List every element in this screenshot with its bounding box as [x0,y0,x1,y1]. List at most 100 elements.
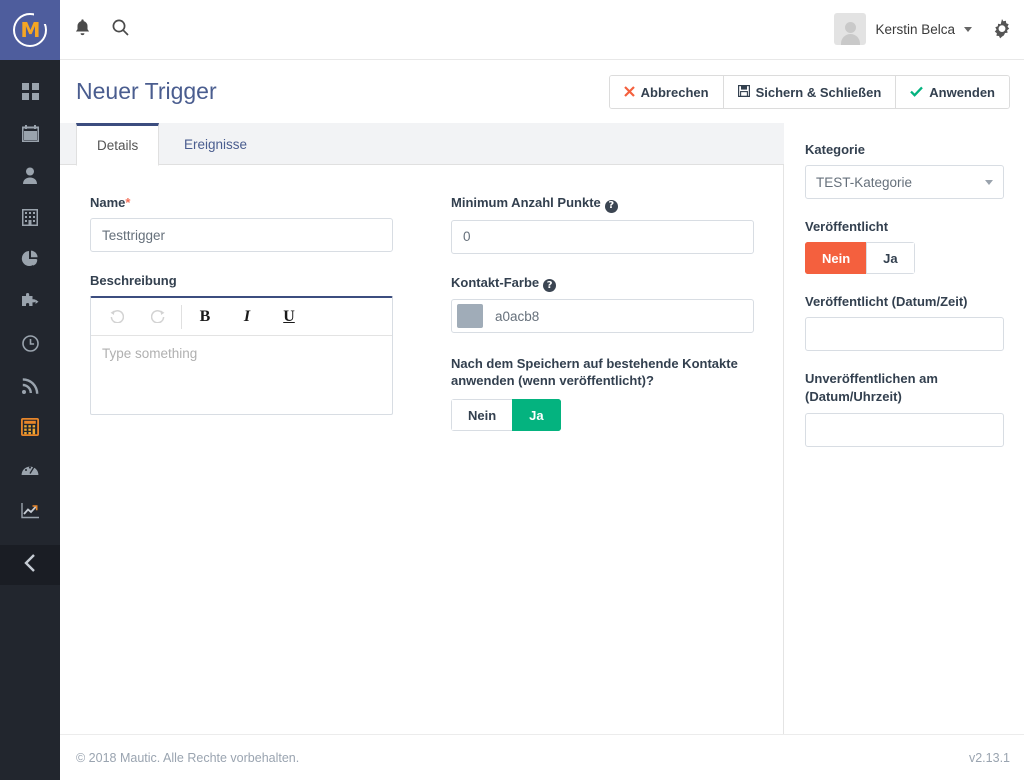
bold-icon[interactable]: B [184,299,226,335]
color-swatch[interactable] [457,304,483,328]
apply-existing-no-button[interactable]: Nein [451,399,513,431]
editor-toolbar: B I U [91,298,392,336]
person-icon [22,167,38,184]
tab-details[interactable]: Details [76,123,160,166]
side-panel: Kategorie TEST-Kategorie Veröffentlicht … [785,123,1024,734]
action-toolbar: Abbrechen Sichern & Schließen Anwenden [608,75,1010,109]
top-bar: Kerstin Belca [60,0,1024,60]
user-menu[interactable]: Kerstin Belca [834,13,972,45]
min-points-field-group: Minimum Anzahl Punkte? 0 [451,194,754,254]
sidebar-item-analytics[interactable] [0,490,60,532]
description-editor: B I U Type something [90,296,393,415]
clock-icon [21,334,39,352]
min-points-label-text: Minimum Anzahl Punkte [451,195,601,210]
tab-ereignisse-label: Ereignisse [184,136,248,152]
sidebar-item-points[interactable] [0,406,60,448]
name-label-text: Name [90,195,126,210]
settings-button[interactable] [992,19,1012,44]
apply-existing-yes-button[interactable]: Ja [512,399,561,431]
help-icon[interactable]: ? [604,199,618,213]
form-pane: Details Ereignisse Name* Testtrigger Bes… [60,123,784,734]
published-yes-button[interactable]: Ja [866,242,915,274]
sidebar-collapse-button[interactable] [0,545,60,585]
min-points-input[interactable]: 0 [451,219,754,254]
sidebar-item-calendar[interactable] [0,112,60,154]
tab-ereignisse[interactable]: Ereignisse [164,123,267,165]
publish-at-input[interactable] [805,317,1004,351]
apply-existing-field-group: Nach dem Speichern auf bestehende Kontak… [451,355,754,431]
undo-icon[interactable] [95,299,137,335]
apply-button[interactable]: Anwenden [896,76,1009,108]
chevron-down-icon [985,179,993,185]
min-points-input-value: 0 [463,229,471,244]
gear-icon [992,19,1012,43]
calculator-icon [21,418,39,436]
description-textarea[interactable]: Type something [91,336,392,414]
notifications-button[interactable] [70,18,94,42]
user-name: Kerstin Belca [875,21,955,37]
grid-icon [21,82,39,100]
published-no-button[interactable]: Nein [805,242,867,274]
sidebar-item-stages[interactable] [0,322,60,364]
search-button[interactable] [108,18,132,42]
sidebar-item-contacts[interactable] [0,154,60,196]
description-label: Beschreibung [90,273,177,288]
description-field-group: Beschreibung B I U Type something [90,272,393,415]
redo-icon[interactable] [137,299,179,335]
sidebar-item-companies[interactable] [0,196,60,238]
gauge-icon [21,462,39,476]
apply-existing-toggle: Nein Ja [451,399,561,431]
cancel-button[interactable]: Abbrechen [609,76,724,108]
unpublish-at-label: Unveröffentlichen am (Datum/Uhrzeit) [805,371,938,404]
save-icon [737,84,750,100]
published-toggle: Nein Ja [805,242,915,274]
italic-icon[interactable]: I [226,299,268,335]
description-placeholder: Type something [102,346,198,361]
page-header: Neuer Trigger Abbrechen Sichern & Schlie… [60,61,1024,123]
apply-button-label: Anwenden [929,84,995,100]
x-icon [623,85,635,100]
name-label: Name* [90,194,393,211]
help-icon[interactable]: ? [543,279,557,292]
logo-letter: M [20,18,41,42]
pie-chart-icon [21,250,39,268]
sidebar-item-dashboard[interactable] [0,70,60,112]
published-field-group: Veröffentlicht Nein Ja [805,218,1004,274]
tab-details-label: Details [97,138,139,153]
sidebar-item-reports[interactable] [0,238,60,280]
published-label: Veröffentlicht [805,219,889,234]
page-title: Neuer Trigger [76,78,217,104]
bell-icon [75,19,90,41]
contact-color-label-text: Kontakt-Farbe [451,274,540,290]
logo-circle-icon: M [13,13,47,47]
copyright-text: © 2018 Mautic. Alle Rechte vorbehalten. [76,751,300,765]
category-select[interactable]: TEST-Kategorie [805,165,1004,199]
category-field-group: Kategorie TEST-Kategorie [805,141,1004,199]
chevron-down-icon [964,26,972,32]
save-and-close-button[interactable]: Sichern & Schließen [723,76,897,108]
sidebar-item-campaigns[interactable] [0,364,60,406]
calendar-icon [21,124,39,142]
unpublish-at-input[interactable] [805,413,1004,447]
check-icon [910,85,924,100]
sidebar-item-plugins[interactable] [0,280,60,322]
publish-at-label: Veröffentlicht (Datum/Zeit) [805,294,968,309]
category-select-value: TEST-Kategorie [816,174,913,190]
left-sidebar: M [0,0,60,780]
mautic-logo[interactable]: M [0,0,60,60]
version-text: v2.13.1 [968,751,1010,765]
sidebar-item-dynamic-content[interactable] [0,448,60,490]
name-input[interactable]: Testtrigger [90,218,393,252]
broadcast-icon [21,377,39,394]
tab-bar: Details Ereignisse [60,123,784,166]
color-hex-value: a0acb8 [495,308,540,324]
chevron-left-icon [24,553,36,577]
underline-icon[interactable]: U [268,299,310,335]
toolbar-divider [181,304,182,329]
contact-color-input[interactable]: a0acb8 [451,299,754,333]
line-chart-icon [21,503,39,519]
publish-at-field-group: Veröffentlicht (Datum/Zeit) [805,293,1004,351]
form-column-left: Name* Testtrigger Beschreibung B I U Typ… [90,194,393,415]
required-marker: * [125,195,131,210]
main-content: Details Ereignisse Name* Testtrigger Bes… [60,123,1024,734]
